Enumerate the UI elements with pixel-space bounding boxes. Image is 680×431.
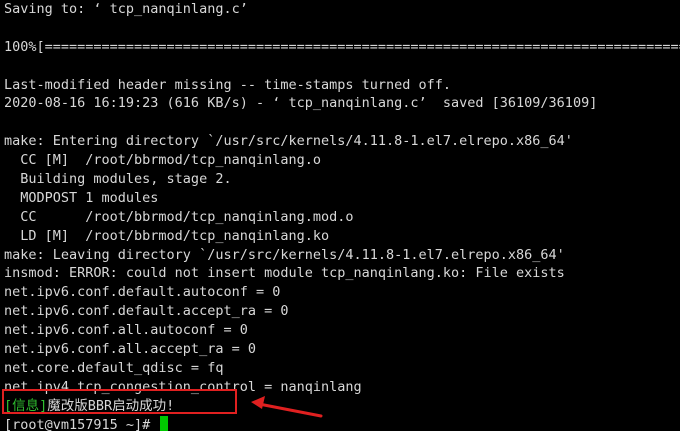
terminal-line: net.ipv4.tcp_congestion_control = nanqin…: [4, 378, 362, 395]
terminal-line: 2020-08-16 16:19:23 (616 KB/s) - ‘ tcp_n…: [4, 95, 598, 112]
terminal-line: CC /root/bbrmod/tcp_nanqinlang.mod.o: [4, 208, 354, 225]
download-progress-bar: 100%[===================================…: [4, 38, 680, 55]
terminal-line: net.ipv6.conf.all.accept_ra = 0: [4, 341, 256, 358]
terminal-line: Building modules, stage 2.: [4, 171, 232, 188]
terminal-window[interactable]: Saving to: ‘ tcp_nanqinlang.c’ 100%[====…: [0, 0, 680, 431]
terminal-line: make: Leaving directory `/usr/src/kernel…: [4, 246, 565, 263]
terminal-line: CC [M] /root/bbrmod/tcp_nanqinlang.o: [4, 152, 321, 169]
info-line: [信息]魔改版BBR启动成功!: [4, 397, 680, 416]
terminal-line: MODPOST 1 modules: [4, 189, 159, 206]
error-line: insmod: ERROR: could not insert module t…: [4, 265, 565, 282]
terminal-line: net.ipv6.conf.default.accept_ra = 0: [4, 303, 289, 320]
terminal-line: net.ipv6.conf.all.autoconf = 0: [4, 322, 248, 339]
terminal-line: net.core.default_qdisc = fq: [4, 359, 224, 376]
terminal-line: Saving to: ‘ tcp_nanqinlang.c’: [4, 1, 248, 17]
terminal-line: LD [M] /root/bbrmod/tcp_nanqinlang.ko: [4, 227, 330, 244]
terminal-line: net.ipv6.conf.default.autoconf = 0: [4, 284, 281, 301]
prompt-line[interactable]: [root@vm157915 ~]#: [4, 415, 680, 431]
info-message: 魔改版BBR启动成功!: [47, 397, 175, 414]
terminal-line: Last-modified header missing -- time-sta…: [4, 76, 452, 93]
terminal-line: make: Entering directory `/usr/src/kerne…: [4, 133, 573, 150]
info-tag: [信息]: [4, 397, 48, 414]
shell-prompt: [root@vm157915 ~]#: [4, 416, 159, 431]
cursor-block: [160, 415, 169, 431]
